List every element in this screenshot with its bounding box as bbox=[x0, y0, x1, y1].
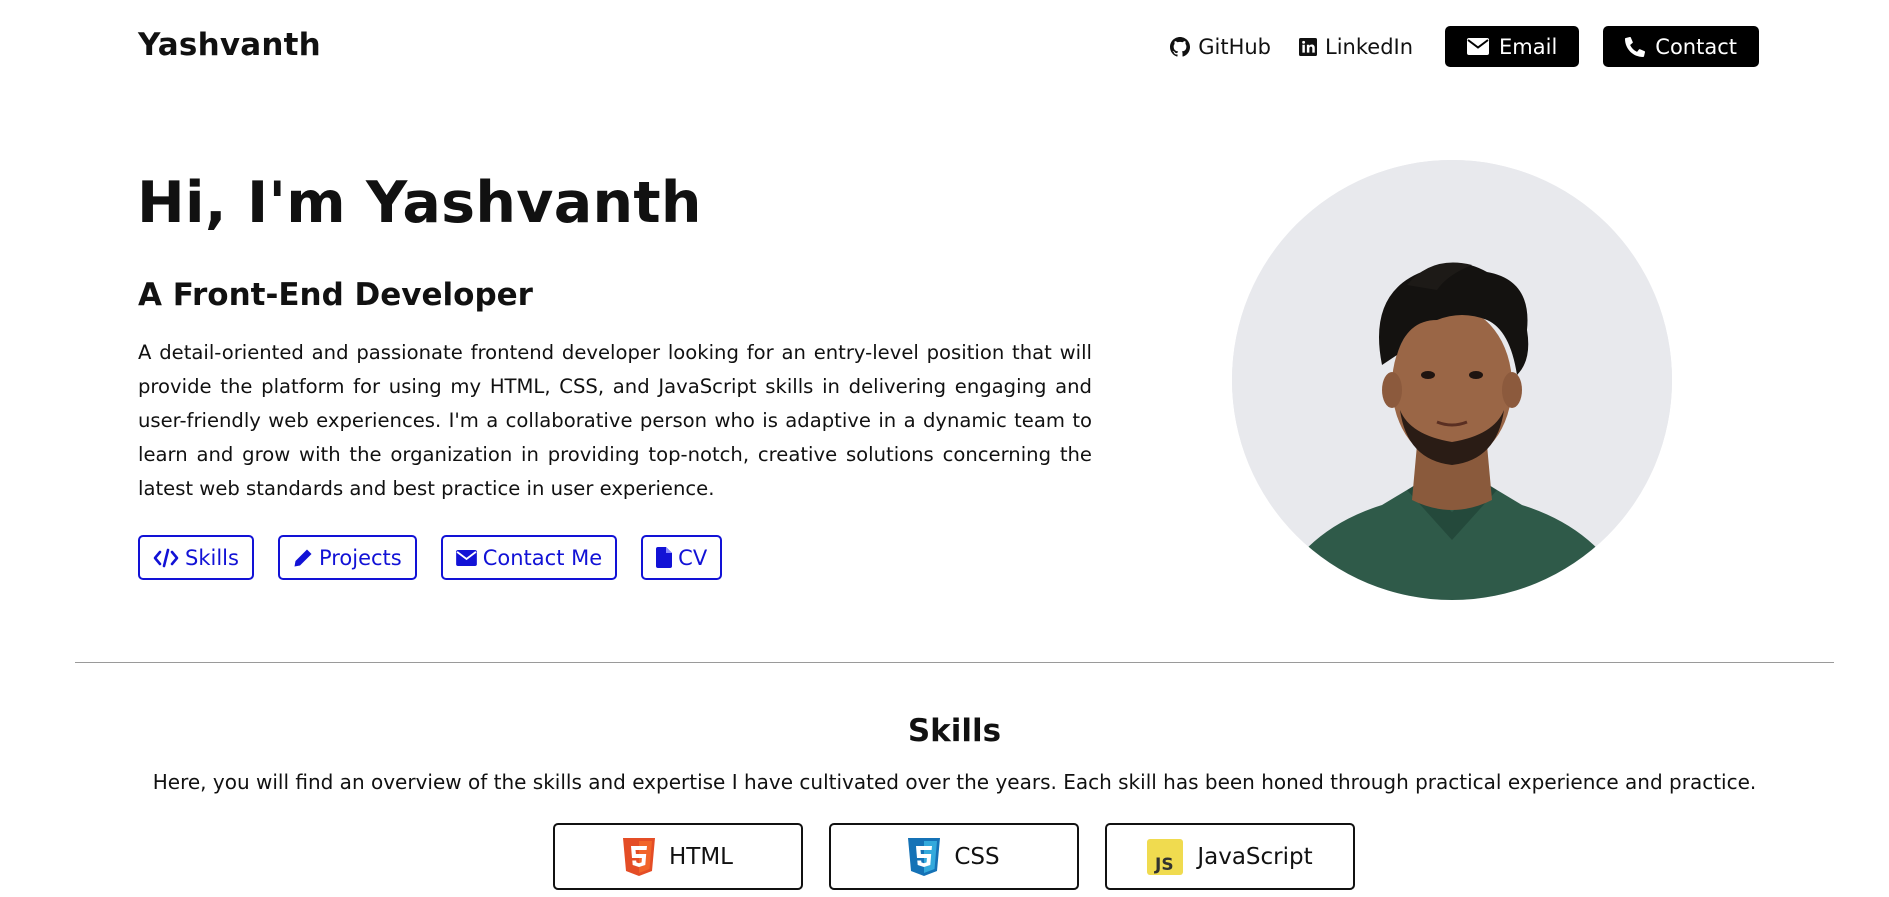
person-illustration bbox=[1232, 160, 1672, 600]
site-header: Yashvanth GitHub LinkedIn Email Contact bbox=[0, 0, 1889, 94]
skill-label-css: CSS bbox=[954, 843, 1000, 870]
github-icon bbox=[1170, 36, 1191, 57]
skills-list: HTML CSS JS JavaScript bbox=[553, 823, 1381, 890]
skill-label-javascript: JavaScript bbox=[1197, 843, 1313, 870]
pencil-icon bbox=[294, 549, 312, 566]
contact-me-button-label: Contact Me bbox=[482, 545, 603, 570]
css3-icon bbox=[908, 837, 941, 876]
svg-text:JS: JS bbox=[1154, 855, 1174, 875]
javascript-icon: JS bbox=[1147, 838, 1184, 875]
linkedin-link-label: LinkedIn bbox=[1325, 34, 1414, 59]
email-button-label: Email bbox=[1499, 34, 1558, 59]
hero-actions: Skills Projects Contact Me CV bbox=[138, 535, 746, 580]
hero-title: Hi, I'm Yashvanth bbox=[137, 170, 702, 236]
github-link[interactable]: GitHub bbox=[1170, 27, 1271, 67]
linkedin-link[interactable]: LinkedIn bbox=[1299, 27, 1413, 67]
envelope-icon bbox=[1467, 38, 1490, 55]
top-nav: GitHub LinkedIn Email Contact bbox=[1170, 26, 1759, 67]
skills-button-label: Skills bbox=[185, 545, 239, 570]
brand-name[interactable]: Yashvanth bbox=[138, 27, 321, 63]
file-icon bbox=[656, 547, 673, 568]
projects-button-label: Projects bbox=[318, 545, 402, 570]
envelope-icon bbox=[455, 549, 477, 566]
contact-button[interactable]: Contact bbox=[1603, 26, 1759, 67]
skill-label-html: HTML bbox=[668, 843, 733, 870]
contact-button-label: Contact bbox=[1655, 34, 1737, 59]
hero-subtitle: A Front-End Developer bbox=[138, 277, 533, 313]
skill-card-javascript[interactable]: JS JavaScript bbox=[1105, 823, 1355, 890]
profile-photo bbox=[1232, 160, 1672, 600]
hero-description: A detail-oriented and passionate fronten… bbox=[138, 341, 1092, 500]
github-link-label: GitHub bbox=[1198, 34, 1272, 59]
contact-me-button[interactable]: Contact Me bbox=[440, 535, 618, 580]
section-divider bbox=[75, 662, 1834, 663]
cv-button-label: CV bbox=[678, 545, 708, 570]
linkedin-icon bbox=[1299, 37, 1318, 56]
email-button[interactable]: Email bbox=[1445, 26, 1580, 67]
code-icon bbox=[153, 548, 179, 567]
skill-card-css[interactable]: CSS bbox=[829, 823, 1079, 890]
skill-card-html[interactable]: HTML bbox=[553, 823, 803, 890]
html5-icon bbox=[622, 837, 655, 876]
phone-icon bbox=[1625, 36, 1646, 57]
skills-section-description: Here, you will find an overview of the s… bbox=[152, 770, 1757, 794]
projects-button[interactable]: Projects bbox=[277, 535, 417, 580]
skills-button[interactable]: Skills bbox=[138, 535, 254, 580]
skills-section-title: Skills bbox=[907, 713, 1002, 749]
cv-button[interactable]: CV bbox=[641, 535, 723, 580]
